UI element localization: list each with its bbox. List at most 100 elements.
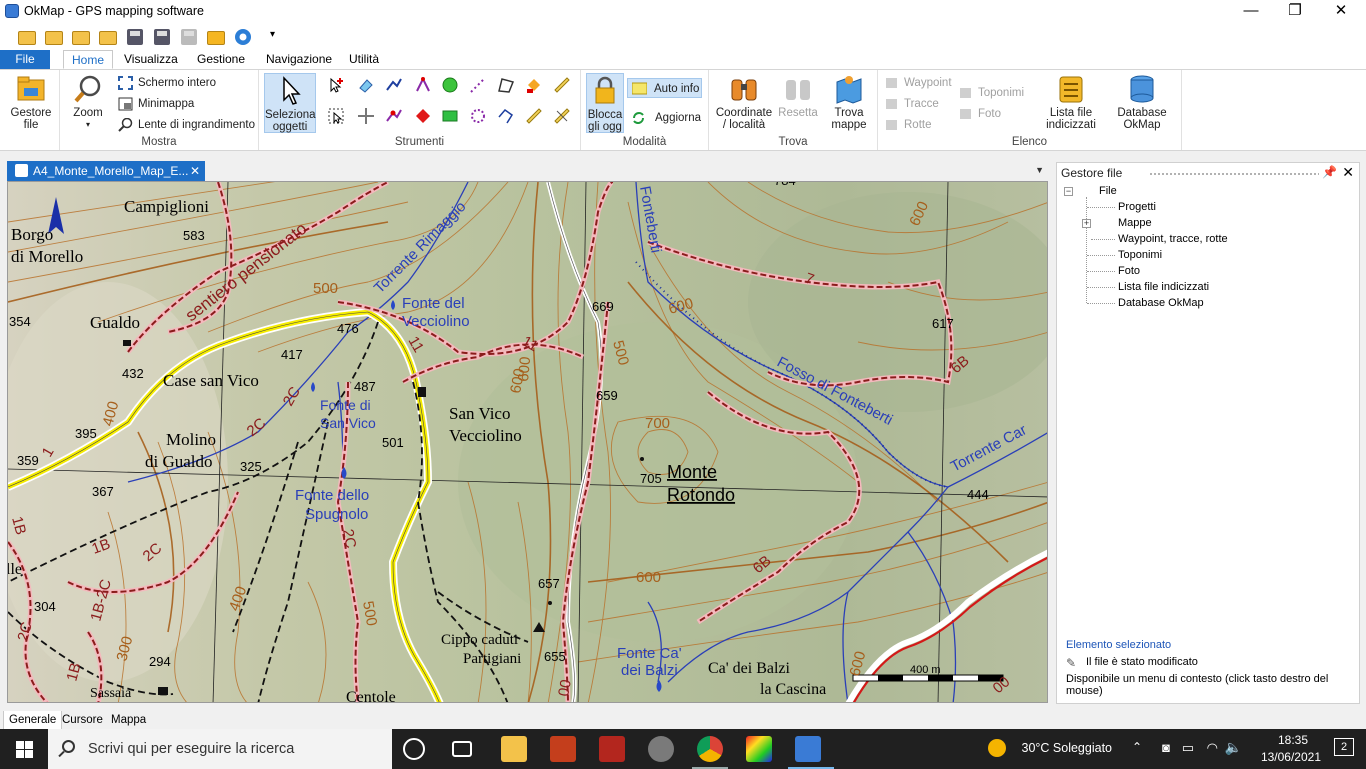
polygon-tool-icon[interactable]	[497, 76, 515, 94]
close-tab-icon[interactable]: ✕	[190, 161, 200, 181]
toponimi-list-button[interactable]: Toponimi	[958, 83, 1024, 103]
close-button[interactable]: ✕	[1318, 0, 1364, 23]
zoom-button[interactable]: Zoom ▾	[68, 74, 108, 131]
tree-item-mappe[interactable]: Mappe	[1118, 217, 1152, 229]
map-canvas[interactable]: Campiglioni Borgo di Morello Gualdo Case…	[7, 181, 1048, 703]
open-folder-icon[interactable]	[16, 26, 38, 48]
waypoint-list-button[interactable]: Waypoint	[884, 73, 952, 93]
taskbar-search[interactable]: Scrivi qui per eseguire la ricerca	[48, 729, 392, 769]
aggiorna-button[interactable]: Aggiorna	[631, 108, 701, 128]
area-measure-tool-icon[interactable]	[553, 107, 571, 125]
seleziona-label-1: Seleziona	[265, 109, 316, 121]
file-explorer-icon[interactable]	[501, 736, 527, 762]
tree-collapse-icon[interactable]: −	[1064, 187, 1073, 196]
coordinate-localita-button[interactable]: Coordinate / località	[714, 74, 774, 131]
app-circle-icon[interactable]	[648, 736, 674, 762]
tab-utilita[interactable]: Utilità	[341, 50, 387, 69]
tracce-list-button[interactable]: Tracce	[884, 94, 939, 114]
auto-info-button[interactable]: Auto info	[627, 78, 702, 98]
resetta-button[interactable]: Resetta	[776, 74, 820, 119]
waypoint-diamond-icon[interactable]	[414, 107, 432, 125]
color-app-icon[interactable]	[746, 736, 772, 762]
label-di-morello: di Morello	[11, 247, 83, 266]
tab-navigazione[interactable]: Navigazione	[258, 50, 340, 69]
measure-tool-icon[interactable]	[553, 76, 571, 94]
settings-gear-icon[interactable]	[232, 26, 254, 48]
tree-item-toponimi[interactable]: Toponimi	[1118, 249, 1162, 261]
clock-time[interactable]: 18:35	[1278, 733, 1308, 747]
minimize-button[interactable]: —	[1228, 0, 1274, 23]
close-file-icon[interactable]	[97, 26, 119, 48]
trova-mappe-button[interactable]: Trova mappe	[826, 74, 872, 131]
open-gps-icon[interactable]	[70, 26, 92, 48]
start-button[interactable]	[0, 729, 48, 769]
tree-expand-icon[interactable]: +	[1082, 219, 1091, 228]
tree-branch	[1087, 207, 1115, 208]
chrome-icon[interactable]	[697, 736, 723, 762]
save-icon[interactable]	[124, 26, 146, 48]
seleziona-oggetti-button[interactable]: Seleziona oggetti	[264, 73, 316, 133]
maximize-button[interactable]: ❐	[1272, 0, 1318, 23]
tab-file[interactable]: File	[0, 50, 50, 69]
gestore-file-button[interactable]: Gestore file	[6, 74, 56, 131]
tab-mappa[interactable]: Mappa	[106, 711, 151, 730]
circle-tool-icon[interactable]	[469, 107, 487, 125]
marker-tool-icon[interactable]	[525, 76, 543, 94]
tab-visualizza[interactable]: Visualizza	[116, 50, 186, 69]
polyline-tool-icon[interactable]	[497, 107, 515, 125]
pdf-app-icon[interactable]	[599, 736, 625, 762]
tab-home[interactable]: Home	[63, 50, 114, 69]
tree-item-lista[interactable]: Lista file indicizzati	[1118, 281, 1209, 293]
lista-file-indicizzati-button[interactable]: Lista file indicizzati	[1038, 74, 1104, 131]
tree-root-file[interactable]: File	[1099, 185, 1117, 197]
task-view-icon[interactable]	[452, 741, 472, 757]
panel-grip[interactable]	[1149, 172, 1319, 176]
panel-close-icon[interactable]: ✕	[1342, 164, 1354, 181]
tab-generale[interactable]: Generale	[3, 711, 63, 730]
tree-item-foto[interactable]: Foto	[1118, 265, 1140, 277]
tree-item-waypoint[interactable]: Waypoint, tracce, rotte	[1118, 233, 1228, 245]
tab-cursore[interactable]: Cursore	[57, 711, 108, 730]
draw-track-tool-icon[interactable]	[385, 76, 403, 94]
tab-list-dropdown-icon[interactable]: ▼	[1035, 165, 1044, 175]
label-tool-icon[interactable]	[441, 107, 459, 125]
cortana-icon[interactable]	[403, 738, 425, 760]
select-area-tool-icon[interactable]	[327, 107, 345, 125]
add-point-tool-icon[interactable]	[327, 76, 345, 94]
route-tool-icon[interactable]	[414, 76, 432, 94]
volume-icon[interactable]: 🔈	[1225, 739, 1242, 756]
meet-icon[interactable]: ◙	[1162, 740, 1170, 755]
ruler-tool-icon[interactable]	[525, 107, 543, 125]
database-okmap-button[interactable]: Database OkMap	[1114, 74, 1170, 131]
tree-item-database[interactable]: Database OkMap	[1118, 297, 1204, 309]
customize-chevron-icon[interactable]: ▾	[270, 29, 275, 40]
chevron-up-icon[interactable]: ⌃	[1132, 740, 1142, 754]
contour-500: 500	[313, 280, 338, 297]
clock-date[interactable]: 13/06/2021	[1261, 750, 1321, 764]
blocca-oggetti-button[interactable]: Blocca gli ogg	[586, 73, 624, 133]
schermo-intero-button[interactable]: Schermo intero	[118, 73, 216, 93]
eraser-tool-icon[interactable]	[357, 76, 375, 94]
open-map-icon[interactable]	[43, 26, 65, 48]
weather-text[interactable]: 30°C Soleggiato	[1022, 741, 1112, 755]
wifi-icon[interactable]: ◠	[1207, 740, 1218, 756]
lente-button[interactable]: Lente di ingrandimento	[118, 115, 255, 135]
tab-gestione[interactable]: Gestione	[189, 50, 253, 69]
foto-list-button[interactable]: Foto	[958, 104, 1001, 124]
notification-center-icon[interactable]: 2	[1334, 738, 1354, 756]
powerpoint-icon[interactable]	[550, 736, 576, 762]
battery-icon[interactable]: ▭	[1182, 740, 1194, 756]
rotte-list-button[interactable]: Rotte	[884, 115, 932, 135]
tools-disabled-icon[interactable]	[178, 26, 200, 48]
dotted-line-tool-icon[interactable]	[469, 76, 487, 94]
save-as-icon[interactable]	[151, 26, 173, 48]
minimappa-button[interactable]: Minimappa	[118, 94, 194, 114]
smiley-icon[interactable]	[441, 76, 459, 94]
edit-track-tool-icon[interactable]	[385, 107, 403, 125]
tree-item-progetti[interactable]: Progetti	[1118, 201, 1156, 213]
move-tool-icon[interactable]	[357, 107, 375, 125]
folder-icon[interactable]	[205, 26, 227, 48]
okmap-taskbar-icon[interactable]	[795, 736, 821, 762]
document-tab[interactable]: A4_Monte_Morello_Map_E... ✕	[7, 161, 205, 181]
pin-icon[interactable]: 📌	[1322, 165, 1337, 179]
